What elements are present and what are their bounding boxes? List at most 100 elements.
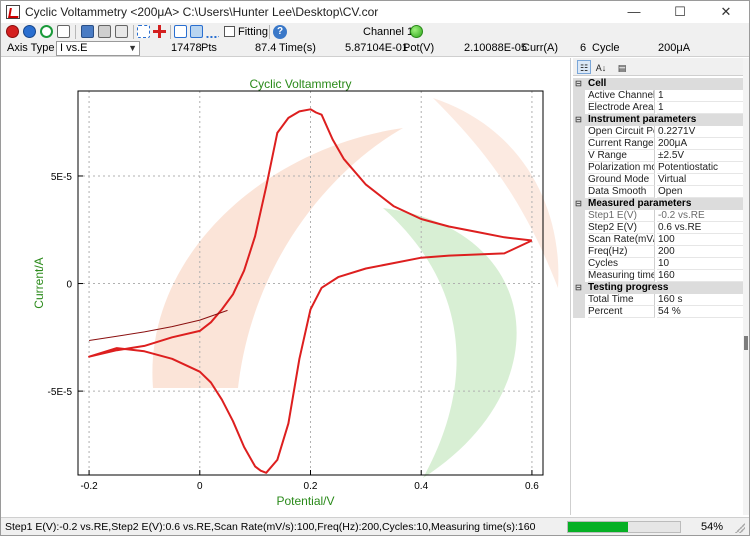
property-name: Data Smooth	[588, 186, 655, 198]
save-icon[interactable]	[81, 25, 94, 38]
progress-fill	[568, 522, 629, 532]
row-gutter	[573, 138, 585, 150]
maximize-button[interactable]: ☐	[657, 1, 703, 23]
property-row[interactable]: Scan Rate(mV/s 100	[573, 234, 743, 246]
property-value[interactable]: 1	[657, 102, 743, 114]
panel-category[interactable]: ⊟ Cell	[573, 78, 743, 90]
status-bar: Step1 E(V):-0.2 vs.RE,Step2 E(V):0.6 vs.…	[1, 517, 749, 535]
pause-icon[interactable]	[23, 25, 36, 38]
pot-value: 5.87104E-01	[345, 42, 408, 54]
property-pages-icon[interactable]: ▤	[615, 60, 629, 74]
x-tick-label: 0.2	[304, 481, 318, 492]
property-row[interactable]: Data Smooth Open	[573, 186, 743, 198]
property-row[interactable]: Freq(Hz) 200	[573, 246, 743, 258]
property-row[interactable]: Electrode Area(c 1	[573, 102, 743, 114]
property-name: Measuring time(s	[588, 270, 655, 282]
grid-icon[interactable]	[174, 25, 187, 38]
property-name: Active Channel	[588, 90, 655, 102]
report-icon[interactable]	[57, 25, 70, 38]
plot-area[interactable]: -0.2 0 0.2 0.4 0.6 5E-5 0 -5E-5 Cyclic Voltamme…	[3, 58, 571, 515]
app-logo-icon	[6, 5, 20, 19]
cycle-value: 6	[580, 42, 587, 54]
resize-grip-icon[interactable]	[735, 523, 745, 533]
refresh-icon[interactable]	[40, 25, 53, 38]
property-row[interactable]: V Range ±2.5V	[573, 150, 743, 162]
panel-category[interactable]: ⊟ Instrument parameters	[573, 114, 743, 126]
property-name: Electrode Area(c	[588, 102, 655, 114]
property-name: Percent	[588, 306, 655, 318]
minimize-button[interactable]: —	[611, 1, 657, 23]
property-value[interactable]: 100	[657, 234, 743, 246]
collapse-icon[interactable]: ⊟	[575, 78, 583, 90]
property-value[interactable]: ±2.5V	[657, 150, 743, 162]
close-button[interactable]: ✕	[703, 1, 749, 23]
property-value[interactable]: 200	[657, 246, 743, 258]
curve-icon[interactable]	[206, 25, 219, 38]
panel-category[interactable]: ⊟ Testing progress	[573, 282, 743, 294]
copy-icon[interactable]	[115, 25, 128, 38]
axis-type-select[interactable]: I vs.E ▼	[56, 41, 140, 56]
property-value[interactable]: 200μA	[657, 138, 743, 150]
property-value[interactable]: Potentiostatic	[657, 162, 743, 174]
property-value[interactable]: 160 s	[657, 294, 743, 306]
property-row[interactable]: Step1 E(V) -0.2 vs.RE	[573, 210, 743, 222]
property-value[interactable]: Open	[657, 186, 743, 198]
property-row[interactable]: Percent 54 %	[573, 306, 743, 318]
categorized-view-icon[interactable]: ☷	[577, 60, 591, 74]
curr-value: 2.10088E-05	[464, 42, 527, 54]
sort-alpha-icon[interactable]: A↓	[594, 60, 608, 74]
property-row[interactable]: Open Circuit Pot 0.2271V	[573, 126, 743, 138]
print-icon[interactable]	[98, 25, 111, 38]
y-axis-label: Current/A	[32, 257, 46, 308]
property-value[interactable]: -0.2 vs.RE	[657, 210, 743, 222]
info-bar: Axis Type I vs.E ▼ 17478 Pts 87.4 Time(s…	[1, 41, 749, 57]
cycle-unit: Cycle	[592, 42, 620, 54]
row-gutter	[573, 102, 585, 114]
property-value[interactable]: 0.2271V	[657, 126, 743, 138]
stop-icon[interactable]	[6, 25, 19, 38]
property-value[interactable]: 1	[657, 90, 743, 102]
current-range-value: 200μA	[658, 42, 691, 54]
row-gutter	[573, 210, 585, 222]
collapse-icon[interactable]: ⊟	[575, 198, 583, 210]
fitting-checkbox[interactable]	[224, 26, 235, 37]
x-axis-label: Potential/V	[276, 494, 334, 508]
fitting-label: Fitting	[238, 26, 268, 38]
property-row[interactable]: Total Time 160 s	[573, 294, 743, 306]
watermark-shape	[152, 128, 403, 388]
row-gutter	[573, 222, 585, 234]
row-gutter	[573, 258, 585, 270]
chart-title: Cyclic Voltammetry	[249, 77, 351, 91]
panel-scrollbar[interactable]	[743, 58, 749, 515]
property-row[interactable]: Step2 E(V) 0.6 vs.RE	[573, 222, 743, 234]
property-name: Ground Mode	[588, 174, 655, 186]
property-row[interactable]: Current Range 200μA	[573, 138, 743, 150]
property-value[interactable]: Virtual	[657, 174, 743, 186]
collapse-icon[interactable]: ⊟	[575, 114, 583, 126]
crosshair-icon[interactable]	[153, 25, 166, 38]
x-tick-label: 0	[197, 481, 203, 492]
property-row[interactable]: Measuring time(s160	[573, 270, 743, 282]
zoom-window-icon[interactable]	[190, 25, 203, 38]
panel-category[interactable]: ⊟ Measured parameters	[573, 198, 743, 210]
property-value[interactable]: 160	[657, 270, 743, 282]
property-row[interactable]: Polarization modPotentiostatic	[573, 162, 743, 174]
property-panel: ☷ A↓ ▤ ⊟ Cell Active Channel 1 Electrode Are…	[573, 58, 743, 515]
property-name: V Range	[588, 150, 655, 162]
row-gutter	[573, 246, 585, 258]
property-value[interactable]: 0.6 vs.RE	[657, 222, 743, 234]
property-value[interactable]: 10	[657, 258, 743, 270]
cv-chart[interactable]: -0.2 0 0.2 0.4 0.6 5E-5 0 -5E-5 Cyclic Voltamme…	[3, 58, 571, 515]
property-name: Open Circuit Pot	[588, 126, 655, 138]
collapse-icon[interactable]: ⊟	[575, 282, 583, 294]
property-row[interactable]: Cycles 10	[573, 258, 743, 270]
y-tick-label: 0	[66, 280, 72, 291]
help-icon[interactable]: ?	[273, 25, 287, 39]
scrollbar-thumb[interactable]	[744, 336, 748, 350]
property-row[interactable]: Ground Mode Virtual	[573, 174, 743, 186]
x-tick-label: 0.4	[414, 481, 428, 492]
property-value[interactable]: 54 %	[657, 306, 743, 318]
move-icon[interactable]	[137, 25, 150, 38]
property-row[interactable]: Active Channel 1	[573, 90, 743, 102]
property-name: Total Time	[588, 294, 655, 306]
